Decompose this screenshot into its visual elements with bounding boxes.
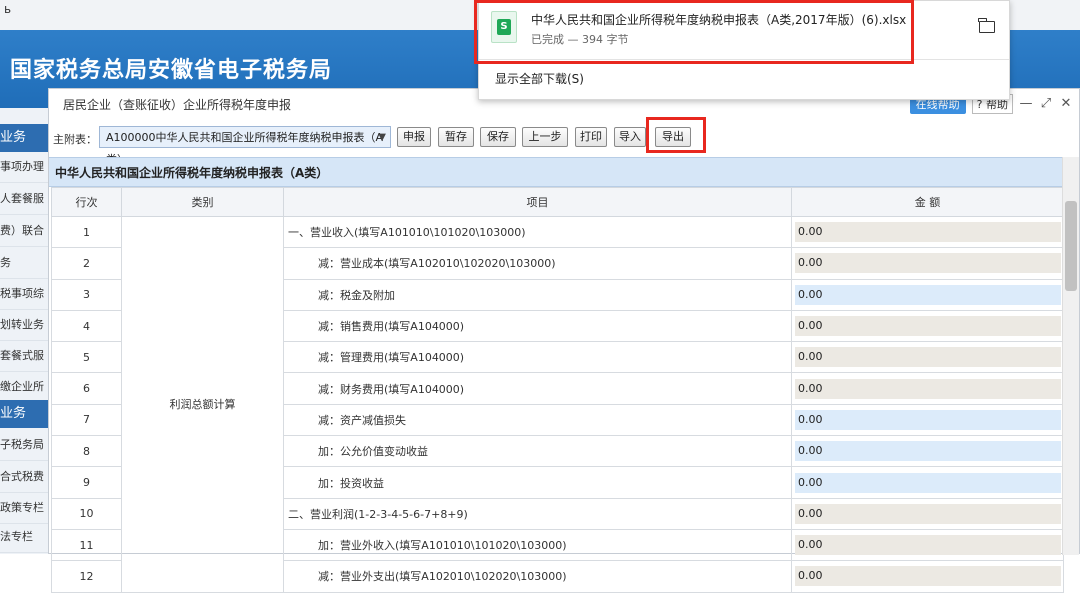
sidebar-item[interactable]: 政策专栏 <box>0 493 48 524</box>
print-button[interactable]: 打印 <box>575 127 607 147</box>
sidebar-item[interactable]: 事项办理 <box>0 152 48 183</box>
header-row-no: 行次 <box>51 187 122 217</box>
previous-step-button[interactable]: 上一步 <box>522 127 568 147</box>
scrollbar-thumb[interactable] <box>1065 201 1077 291</box>
item-cell: 减：营业成本(填写A102010\102020\103000) <box>283 247 792 280</box>
tax-return-dialog: 居民企业（查账征收）企业所得税年度申报 在线帮助 ? 帮助 — ⤢ ✕ 主附表：… <box>48 88 1080 593</box>
item-cell: 减：管理费用(填写A104000) <box>283 341 792 374</box>
sidebar-item[interactable]: 费）联合 <box>0 216 48 247</box>
minimize-icon[interactable]: — <box>1019 97 1033 111</box>
header-item: 项目 <box>283 187 792 217</box>
item-cell: 减：税金及附加 <box>283 278 792 311</box>
row-number: 1 <box>51 215 122 249</box>
sidebar-section-head: 业务 <box>0 124 48 152</box>
table-row: 1 利润总额计算 一、营业收入(填写A101010\101020\103000) 0.… <box>51 215 1064 593</box>
sidebar-item[interactable]: 缴企业所 <box>0 372 48 403</box>
sidebar-item[interactable]: 套餐式服 <box>0 341 48 372</box>
form-title: 中华人民共和国企业所得税年度纳税申报表（A类） <box>49 157 1063 187</box>
amount-readonly: 0.00 <box>795 503 1061 524</box>
sidebar-item[interactable]: 税事项综 <box>0 279 48 310</box>
maximize-icon[interactable]: ⤢ <box>1039 97 1053 111</box>
amount-cell: 0.00 <box>791 215 1064 249</box>
item-cell: 减：财务费用(填写A104000) <box>283 372 792 405</box>
sidebar-item[interactable]: 子税务局 <box>0 430 48 461</box>
row-number: 6 <box>51 372 122 405</box>
save-button[interactable]: 保存 <box>480 127 516 147</box>
row-number: 8 <box>51 435 122 468</box>
folder-icon[interactable] <box>978 18 995 33</box>
amount-cell: 0.00 <box>791 497 1064 530</box>
header-amount: 金 额 <box>791 187 1064 217</box>
form-select[interactable]: A100000中华人民共和国企业所得税年度纳税申报表（A类） ▼ <box>99 126 391 166</box>
amount-readonly: 0.00 <box>795 566 1061 587</box>
table-header-row: 行次 类别 项目 金 额 <box>51 187 1064 217</box>
sidebar-item[interactable]: 合式税费 <box>0 462 48 493</box>
amount-cell: 0.00 <box>791 309 1064 343</box>
top-strip-text: ь <box>4 2 12 16</box>
item-cell: 一、营业收入(填写A101010\101020\103000) <box>283 215 792 249</box>
form-select-label: 主附表： <box>53 133 97 146</box>
temp-save-button[interactable]: 暂存 <box>438 127 474 147</box>
sidebar-item[interactable]: 务 <box>0 248 48 279</box>
vertical-scrollbar[interactable] <box>1062 157 1079 555</box>
close-icon[interactable]: ✕ <box>1059 97 1073 111</box>
header-category: 类别 <box>121 187 284 217</box>
amount-cell: 0.00 <box>791 341 1064 374</box>
import-button[interactable]: 导入 <box>614 127 646 147</box>
amount-cell: 0.00 <box>791 435 1064 468</box>
amount-readonly: 0.00 <box>795 535 1061 556</box>
item-cell: 加：营业外收入(填写A101010\101020\103000) <box>283 528 792 562</box>
amount-readonly: 0.00 <box>795 222 1061 243</box>
sidebar-item[interactable]: 划转业务 <box>0 310 48 341</box>
submit-button[interactable]: 申报 <box>397 127 431 147</box>
form-toolbar: 主附表： A100000中华人民共和国企业所得税年度纳税申报表（A类） ▼ 申报… <box>49 121 1079 166</box>
amount-readonly: 0.00 <box>795 253 1061 274</box>
chevron-down-icon: ▼ <box>378 132 386 143</box>
row-number: 4 <box>51 309 122 343</box>
item-cell: 减：销售费用(填写A104000) <box>283 309 792 343</box>
item-cell: 减：营业外支出(填写A102010\102020\103000) <box>283 560 792 593</box>
amount-cell: 0.00 <box>791 403 1064 437</box>
amount-cell: 0.00 <box>791 560 1064 593</box>
category-cell: 利润总额计算 <box>121 216 284 593</box>
sidebar-section-head: 业务 <box>0 400 48 428</box>
amount-input[interactable]: 0.00 <box>795 472 1061 493</box>
sidebar-item[interactable]: 人套餐服 <box>0 184 48 215</box>
row-number: 2 <box>51 247 122 280</box>
amount-cell: 0.00 <box>791 247 1064 280</box>
amount-readonly: 0.00 <box>795 378 1061 399</box>
amount-cell: 0.00 <box>791 528 1064 562</box>
item-cell: 二、营业利润(1-2-3-4-5-6-7+8+9) <box>283 497 792 530</box>
amount-readonly: 0.00 <box>795 316 1061 337</box>
item-cell: 加：投资收益 <box>283 466 792 499</box>
row-number: 9 <box>51 466 122 499</box>
sidebar-item[interactable]: 法专栏 <box>0 522 48 553</box>
row-number: 7 <box>51 403 122 437</box>
amount-input[interactable]: 0.00 <box>795 441 1061 462</box>
download-highlight-box <box>474 0 914 64</box>
row-number: 12 <box>51 560 122 593</box>
row-number: 10 <box>51 497 122 530</box>
amount-cell: 0.00 <box>791 466 1064 499</box>
amount-cell: 0.00 <box>791 278 1064 311</box>
row-number: 11 <box>51 528 122 562</box>
tax-form-table: 行次 类别 项目 金 额 1 利润总额计算 一、营业收入(填写A101010\101… <box>51 187 1064 593</box>
export-highlight-box <box>646 117 706 153</box>
amount-input[interactable]: 0.00 <box>795 284 1061 305</box>
amount-cell: 0.00 <box>791 372 1064 405</box>
row-number: 3 <box>51 278 122 311</box>
item-cell: 减：资产减值损失 <box>283 403 792 437</box>
amount-input[interactable]: 0.00 <box>795 409 1061 430</box>
amount-readonly: 0.00 <box>795 347 1061 368</box>
dialog-title: 居民企业（查账征收）企业所得税年度申报 <box>63 98 292 112</box>
portal-title: 国家税务总局安徽省电子税务局 <box>10 58 333 83</box>
row-number: 5 <box>51 341 122 374</box>
item-cell: 加：公允价值变动收益 <box>283 435 792 468</box>
show-all-downloads-link[interactable]: 显示全部下载(S) <box>495 70 584 87</box>
